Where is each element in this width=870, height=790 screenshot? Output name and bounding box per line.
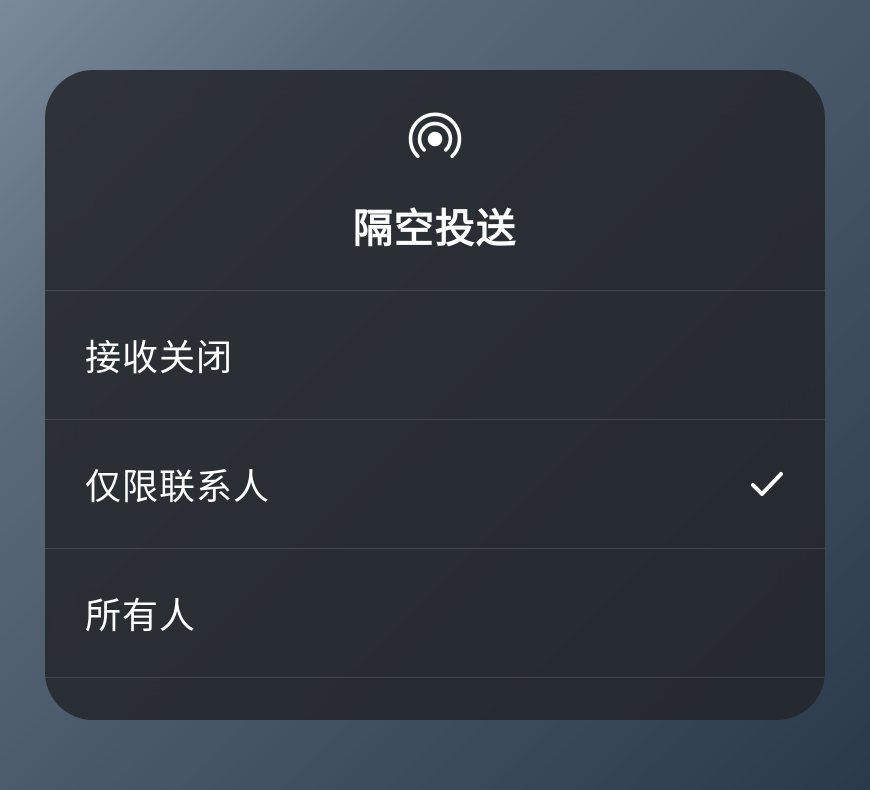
airdrop-icon (406, 110, 464, 168)
panel-spacer (45, 678, 825, 720)
airdrop-settings-panel: 隔空投送 接收关闭 仅限联系人 所有人 (45, 70, 825, 720)
panel-title: 隔空投送 (353, 196, 517, 254)
option-label: 仅限联系人 (85, 458, 270, 510)
option-contacts-only[interactable]: 仅限联系人 (45, 420, 825, 549)
option-everyone[interactable]: 所有人 (45, 549, 825, 678)
option-label: 接收关闭 (85, 329, 233, 381)
option-receiving-off[interactable]: 接收关闭 (45, 291, 825, 420)
option-label: 所有人 (85, 587, 196, 639)
checkmark-icon (749, 466, 785, 502)
options-list: 接收关闭 仅限联系人 所有人 (45, 291, 825, 678)
panel-header: 隔空投送 (45, 70, 825, 291)
